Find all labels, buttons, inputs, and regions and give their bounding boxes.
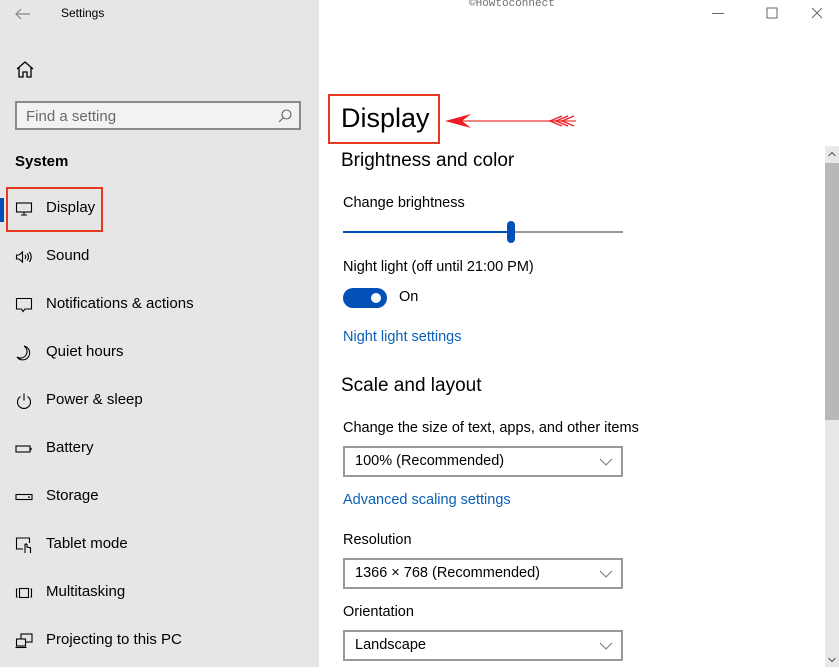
- brightness-slider[interactable]: [343, 220, 623, 244]
- sidebar-item-label: Quiet hours: [46, 343, 124, 360]
- moon-icon: [16, 345, 31, 361]
- chevron-down-icon: [599, 458, 613, 466]
- watermark: ©Howtoconnect: [469, 0, 555, 10]
- sidebar-item-projecting[interactable]: Projecting to this PC: [0, 618, 319, 666]
- search-input[interactable]: [26, 107, 266, 125]
- resolution-dropdown-value: 1366 × 768 (Recommended): [355, 565, 540, 581]
- text-size-label: Change the size of text, apps, and other…: [343, 420, 639, 436]
- sidebar-item-multitasking[interactable]: Multitasking: [0, 570, 319, 618]
- chevron-down-icon: [828, 657, 836, 663]
- back-button[interactable]: [10, 2, 36, 26]
- multitasking-icon: [15, 587, 33, 599]
- sidebar-item-notifications[interactable]: Notifications & actions: [0, 282, 319, 330]
- annotation-arrow-icon: [445, 114, 576, 128]
- speaker-icon: [15, 250, 32, 264]
- night-light-toggle[interactable]: [343, 288, 387, 308]
- notification-icon: [15, 297, 33, 313]
- power-icon: [16, 393, 32, 410]
- orientation-label: Orientation: [343, 604, 414, 620]
- maximize-icon: [766, 7, 778, 19]
- sidebar-item-label: Display: [46, 199, 96, 216]
- sidebar-item-label: Storage: [46, 487, 99, 504]
- chevron-down-icon: [599, 570, 613, 578]
- back-arrow-icon: [15, 8, 30, 20]
- brightness-label: Change brightness: [343, 195, 465, 211]
- sidebar-item-label: Projecting to this PC: [46, 631, 182, 648]
- night-light-label: Night light (off until 21:00 PM): [343, 259, 534, 275]
- sidebar-item-display[interactable]: Display: [0, 186, 319, 234]
- sidebar: Settings System Display Sound Notificati…: [0, 0, 319, 667]
- sidebar-item-tablet-mode[interactable]: Tablet mode: [0, 522, 319, 570]
- close-button[interactable]: [794, 0, 839, 28]
- sidebar-item-battery[interactable]: Battery: [0, 426, 319, 474]
- sidebar-item-sound[interactable]: Sound: [0, 234, 319, 282]
- scroll-thumb[interactable]: [825, 163, 839, 420]
- orientation-dropdown-value: Landscape: [355, 637, 426, 653]
- scroll-down-button[interactable]: [825, 653, 839, 667]
- toggle-knob: [371, 293, 381, 303]
- sidebar-item-label: Sound: [46, 247, 90, 264]
- vertical-scrollbar[interactable]: [825, 146, 839, 667]
- resolution-dropdown[interactable]: 1366 × 768 (Recommended): [343, 558, 623, 589]
- chevron-up-icon: [828, 151, 836, 157]
- monitor-icon: [15, 202, 33, 216]
- heading-brightness-color: Brightness and color: [341, 150, 515, 171]
- maximize-button[interactable]: [749, 0, 795, 28]
- night-light-settings-link[interactable]: Night light settings: [343, 329, 461, 345]
- minimize-icon: [712, 13, 724, 14]
- home-icon: [16, 61, 34, 78]
- resolution-label: Resolution: [343, 532, 412, 548]
- sidebar-item-quiet-hours[interactable]: Quiet hours: [0, 330, 319, 378]
- main-content: ©Howtoconnect Display Brightness and col…: [319, 0, 839, 667]
- sidebar-item-label: Battery: [46, 439, 94, 456]
- slider-thumb[interactable]: [507, 221, 515, 243]
- search-box[interactable]: [15, 101, 301, 130]
- scroll-up-button[interactable]: [825, 146, 839, 163]
- search-icon[interactable]: [277, 108, 293, 124]
- battery-icon: [15, 445, 32, 453]
- home-button[interactable]: [14, 59, 36, 81]
- sidebar-item-power-sleep[interactable]: Power & sleep: [0, 378, 319, 426]
- scale-dropdown-value: 100% (Recommended): [355, 453, 505, 469]
- storage-icon: [15, 493, 33, 501]
- scale-dropdown[interactable]: 100% (Recommended): [343, 446, 623, 477]
- sidebar-item-label: Multitasking: [46, 583, 126, 600]
- advanced-scaling-link[interactable]: Advanced scaling settings: [343, 492, 511, 508]
- page-title: Display: [341, 103, 430, 133]
- tablet-mode-icon: [15, 537, 32, 553]
- orientation-dropdown[interactable]: Landscape: [343, 630, 623, 661]
- app-title: Settings: [61, 6, 105, 20]
- sidebar-item-storage[interactable]: Storage: [0, 474, 319, 522]
- night-light-toggle-state: On: [399, 289, 419, 305]
- minimize-button[interactable]: [695, 0, 741, 28]
- sidebar-item-label: Power & sleep: [46, 391, 143, 408]
- projecting-icon: [15, 633, 33, 649]
- heading-scale-layout: Scale and layout: [341, 375, 482, 396]
- section-heading-system: System: [15, 153, 69, 170]
- sidebar-item-label: Tablet mode: [46, 535, 128, 552]
- close-icon: [811, 7, 823, 19]
- sidebar-item-label: Notifications & actions: [46, 295, 194, 312]
- chevron-down-icon: [599, 642, 613, 650]
